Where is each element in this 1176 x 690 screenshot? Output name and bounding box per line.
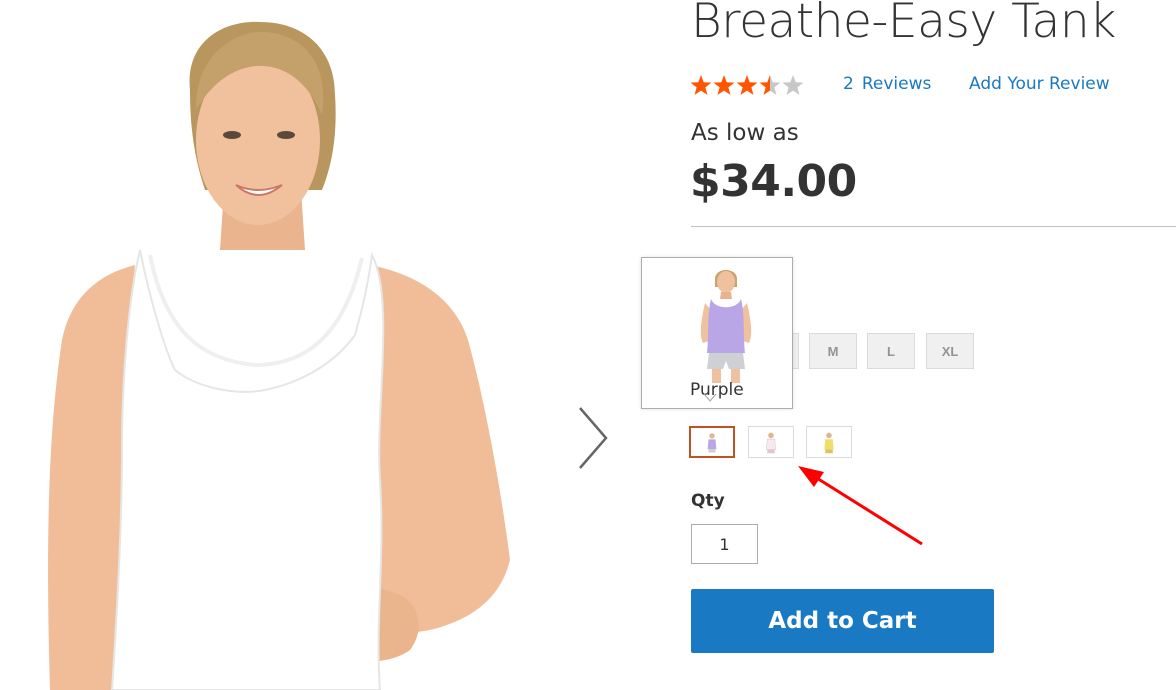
white-tank-thumbnail-icon bbox=[766, 432, 776, 454]
add-your-review-link[interactable]: Add Your Review bbox=[969, 74, 1110, 94]
purple-tank-thumbnail-icon bbox=[707, 433, 717, 453]
product-price: $34.00 bbox=[690, 156, 857, 207]
reviews-count: 2 bbox=[843, 74, 854, 94]
purple-tank-preview-image bbox=[700, 270, 752, 383]
info-divider bbox=[691, 226, 1176, 227]
rating-star-icon bbox=[782, 75, 804, 95]
color-swatch-purple[interactable] bbox=[689, 426, 735, 458]
reviews-label: Reviews bbox=[861, 74, 932, 94]
price-prefix: As low as bbox=[691, 120, 799, 146]
reviews-link[interactable]: 2 Reviews bbox=[843, 74, 931, 94]
product-main-image bbox=[48, 21, 510, 690]
tooltip-arrow-icon bbox=[703, 393, 717, 402]
qty-input[interactable] bbox=[691, 524, 758, 564]
annotation-arrow-icon bbox=[798, 466, 923, 546]
rating-star-icon bbox=[713, 75, 735, 95]
rating-star-icon bbox=[759, 75, 781, 95]
qty-label: Qty bbox=[691, 491, 725, 511]
size-swatch-l[interactable]: L bbox=[867, 333, 915, 369]
color-swatch-white[interactable] bbox=[748, 426, 794, 458]
rating-star-icon bbox=[690, 75, 712, 95]
gallery-next-arrow-icon[interactable] bbox=[572, 402, 616, 474]
yellow-tank-thumbnail-icon bbox=[824, 432, 834, 454]
add-to-cart-button[interactable]: Add to Cart bbox=[691, 589, 994, 653]
color-swatch-yellow[interactable] bbox=[806, 426, 852, 458]
product-gallery bbox=[0, 0, 640, 690]
rating-stars bbox=[690, 75, 804, 95]
color-swatch-tooltip: Purple bbox=[641, 257, 793, 409]
size-swatch-m[interactable]: M bbox=[809, 333, 857, 369]
size-swatch-xl[interactable]: XL bbox=[926, 333, 974, 369]
rating-star-icon bbox=[736, 75, 758, 95]
product-title: Breathe-Easy Tank bbox=[691, 0, 1116, 49]
